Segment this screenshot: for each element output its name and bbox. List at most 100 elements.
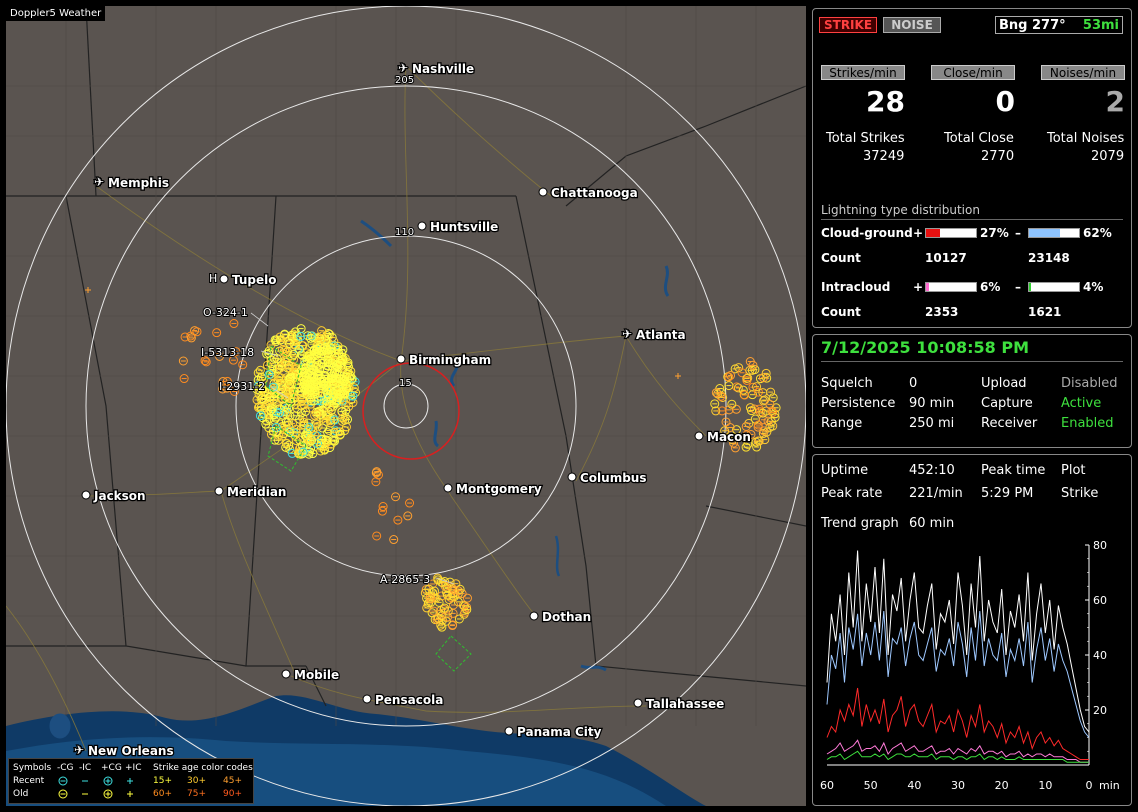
- distribution-title: Lightning type distribution: [821, 203, 980, 217]
- city-label: Mobile: [294, 668, 339, 682]
- city-meridian: Meridian: [214, 484, 288, 500]
- cg-plus-sign: +: [913, 226, 924, 240]
- strike-marker: [317, 326, 327, 336]
- noises-per-min-header[interactable]: Noises/min: [1041, 65, 1125, 80]
- legend-old-age-1: 75+: [187, 789, 206, 799]
- city-atlanta: ✈ Atlanta: [621, 326, 687, 344]
- strike-marker: [730, 443, 740, 453]
- close-per-min-header[interactable]: Close/min: [931, 65, 1015, 80]
- city-pensacola: Pensacola: [362, 692, 445, 708]
- strike-marker-ic: [85, 287, 91, 293]
- legend-old-label: Old: [13, 789, 29, 799]
- svg-text:✈: ✈: [94, 175, 104, 189]
- x-tick-label: 10: [1038, 779, 1052, 792]
- map-canvas[interactable]: 205 110 15 O-324-1 I-5313-18 I-2931-2 A-…: [6, 6, 806, 806]
- strike-marker: [724, 381, 734, 391]
- plot-value[interactable]: Strike: [1061, 486, 1098, 501]
- ring-label-outer: 205: [395, 75, 414, 86]
- current-datetime: 7/12/2025 10:08:58 PM: [821, 338, 1029, 357]
- y-tick-label: 40: [1093, 649, 1107, 662]
- noises-per-min-value: 2: [1105, 85, 1125, 118]
- receiver-value[interactable]: Enabled: [1061, 416, 1114, 431]
- y-tick-label: 80: [1093, 539, 1107, 552]
- x-tick-label: 60: [820, 779, 834, 792]
- upload-value[interactable]: Disabled: [1061, 376, 1117, 391]
- peak-time-label: Peak time: [981, 463, 1046, 478]
- legend-col-1: -IC: [79, 763, 92, 773]
- total-close-label: Total Close: [944, 131, 1014, 146]
- bearing-box: Bng 277° 53mi: [995, 16, 1123, 34]
- cg-minus-sign: –: [1015, 226, 1021, 240]
- symbol-legend: Symbols -CG -IC +CG +IC Strike age color…: [8, 758, 254, 804]
- total-noises-label: Total Noises: [1047, 131, 1125, 146]
- cg-positive-count: 10127: [925, 251, 967, 265]
- ring-label-inner: 15: [399, 378, 412, 389]
- total-strikes-value: 37249: [863, 149, 905, 164]
- city-label: Birmingham: [409, 353, 491, 367]
- system-info-panel: 7/12/2025 10:08:58 PM Squelch 0 Upload D…: [812, 334, 1132, 448]
- uptime-label: Uptime: [821, 463, 869, 478]
- total-close-value: 2770: [981, 149, 1015, 164]
- trend-series-4: [826, 750, 1089, 763]
- info-divider: [821, 361, 1123, 362]
- track-label-3: I-2931-2: [219, 380, 265, 393]
- peak-rate-label: Peak rate: [821, 486, 883, 501]
- x-tick-label: 30: [951, 779, 965, 792]
- trend-graph-span[interactable]: 60 min: [909, 516, 954, 531]
- strike-marker: [178, 356, 188, 366]
- city-nashville: ✈ Nashville: [397, 60, 476, 78]
- legend-symbol-icons: [58, 776, 133, 799]
- squelch-label: Squelch: [821, 376, 873, 391]
- city-label: Pensacola: [375, 693, 443, 707]
- noise-indicator[interactable]: NOISE: [883, 17, 941, 33]
- strike-marker: [758, 388, 768, 398]
- strike-marker: [462, 593, 472, 603]
- strike-marker: [427, 608, 437, 618]
- plot-label: Plot: [1061, 463, 1086, 478]
- legend-old-age-2: 90+: [223, 789, 242, 799]
- strike-indicator[interactable]: STRIKE: [819, 17, 877, 33]
- range-value[interactable]: 250 mi: [909, 416, 954, 431]
- strike-marker: [372, 531, 382, 541]
- city-label: Tallahassee: [646, 697, 724, 711]
- ic-plus-sign: +: [913, 280, 924, 294]
- strikes-per-min-header[interactable]: Strikes/min: [821, 65, 905, 80]
- city-label: Atlanta: [636, 328, 686, 342]
- range-rings: [6, 6, 806, 806]
- city-label: Nashville: [412, 62, 474, 76]
- ic-positive-count: 2353: [925, 305, 959, 319]
- legend-recent-age-1: 30+: [187, 776, 206, 786]
- intracloud-label: Intracloud: [821, 280, 891, 294]
- cg-count-label: Count: [821, 251, 861, 265]
- cg-negative-pct: 62%: [1083, 226, 1112, 240]
- squelch-value[interactable]: 0: [909, 376, 917, 391]
- lightning-map[interactable]: 205 110 15 O-324-1 I-5313-18 I-2931-2 A-…: [6, 6, 806, 806]
- legend-recent-label: Recent: [13, 776, 45, 786]
- ic-positive-fill: [926, 283, 929, 291]
- city-columbus: Columbus: [567, 470, 648, 486]
- app-title: Doppler5 Weather: [6, 6, 106, 21]
- legend-recent-age-0: 15+: [153, 776, 172, 786]
- ic-negative-pct: 4%: [1083, 280, 1104, 294]
- capture-label: Capture: [981, 396, 1033, 411]
- strike-marker: [269, 415, 279, 425]
- capture-value[interactable]: Active: [1061, 396, 1101, 411]
- city-label: Montgomery: [456, 482, 542, 496]
- total-noises-value: 2079: [1091, 149, 1125, 164]
- x-tick-label: 0: [1086, 779, 1093, 792]
- city-macon: Macon: [694, 429, 752, 445]
- city-tallahassee: Tallahassee: [633, 696, 726, 712]
- track-label-2: I-5313-18: [201, 346, 254, 359]
- persistence-value[interactable]: 90 min: [909, 396, 954, 411]
- distribution-divider: [821, 219, 1123, 220]
- svg-text:✈: ✈: [74, 743, 84, 757]
- x-tick-label: 50: [864, 779, 878, 792]
- city-new-orleans: ✈ New Orleans: [73, 742, 175, 760]
- city-label: Jackson: [93, 489, 146, 503]
- city-label: Chattanooga: [551, 186, 638, 200]
- city-label: Memphis: [108, 176, 169, 190]
- city-huntsville: Huntsville: [417, 219, 500, 235]
- close-per-min-value: 0: [995, 85, 1015, 118]
- city-label: Meridian: [227, 485, 286, 499]
- x-tick-label: 20: [995, 779, 1009, 792]
